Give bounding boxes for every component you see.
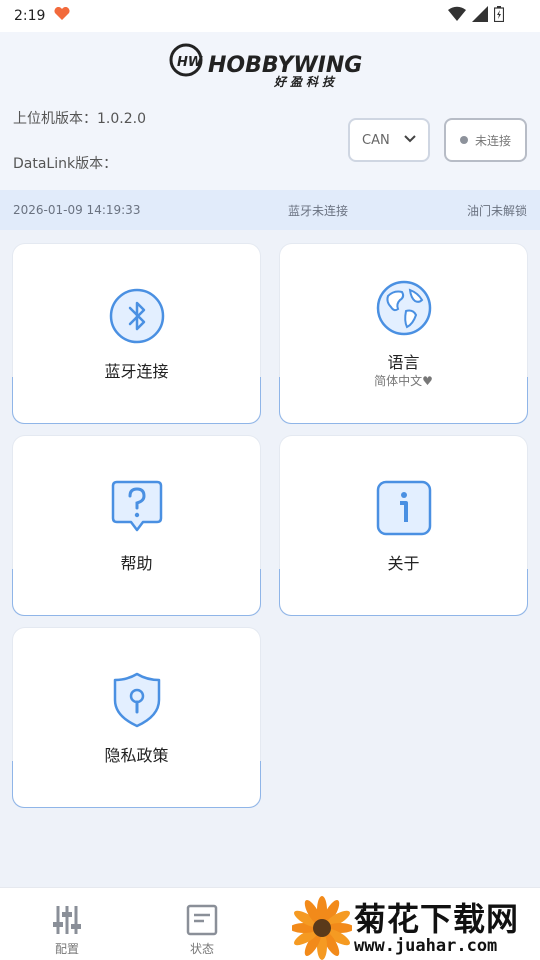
flower-logo-icon <box>292 896 352 960</box>
bluetooth-status: 蓝牙未连接 <box>288 203 349 218</box>
help-card[interactable]: 帮助 <box>12 436 261 616</box>
throttle-status: 油门未解锁 <box>466 203 527 218</box>
globe-icon <box>374 278 434 338</box>
privacy-card[interactable]: 隐私政策 <box>12 628 261 808</box>
question-bubble-icon <box>107 478 167 538</box>
document-icon <box>186 904 218 936</box>
privacy-card-label: 隐私政策 <box>104 746 169 765</box>
header: HW HOBBYWING 好盈科技 上位机版本：1.0.2.0 DataLink… <box>0 32 540 190</box>
sliders-icon <box>53 906 81 934</box>
bluetooth-icon <box>107 286 167 346</box>
heart-notification-icon <box>53 6 71 25</box>
watermark: 菊花下载网 www.juahar.com <box>292 892 540 960</box>
datalink-version: DataLink版本： <box>13 156 118 172</box>
hobbywing-logo: HW HOBBYWING 好盈科技 <box>168 42 378 89</box>
protocol-select-value: CAN <box>362 132 390 148</box>
svg-text:HW: HW <box>177 55 203 70</box>
wifi-icon <box>448 6 466 26</box>
protocol-select[interactable]: CAN <box>348 118 430 162</box>
clock: 2:19 <box>14 8 46 24</box>
connect-button-label: 未连接 <box>474 133 511 148</box>
bluetooth-card-label: 蓝牙连接 <box>104 362 169 381</box>
connect-button[interactable]: 未连接 <box>444 118 527 162</box>
host-version: 上位机版本：1.0.2.0 <box>13 111 146 127</box>
about-card-label: 关于 <box>387 554 420 573</box>
watermark-url: www.juahar.com <box>354 936 498 956</box>
nav-config[interactable]: 配置 <box>37 904 97 957</box>
shield-keyhole-icon <box>107 670 167 730</box>
about-card[interactable]: 关于 <box>279 436 528 616</box>
language-card[interactable]: 语言 简体中文♥ <box>279 244 528 424</box>
help-card-label: 帮助 <box>120 554 153 573</box>
connection-dot-icon <box>459 136 468 144</box>
battery-icon <box>493 6 505 26</box>
svg-text:好盈科技: 好盈科技 <box>273 75 338 88</box>
nav-status-label: 状态 <box>189 942 214 956</box>
info-bar: 2026-01-09 14:19:33 蓝牙未连接 油门未解锁 <box>0 190 540 230</box>
watermark-title: 菊花下载网 <box>354 900 520 938</box>
info-icon <box>374 478 434 538</box>
chevron-down-icon <box>404 133 416 149</box>
datetime: 2026-01-09 14:19:33 <box>13 203 141 217</box>
language-current-value: 简体中文♥ <box>374 374 433 388</box>
nav-config-label: 配置 <box>54 942 79 956</box>
language-card-label: 语言 <box>387 353 420 372</box>
bluetooth-card[interactable]: 蓝牙连接 <box>12 244 261 424</box>
status-bar: 2:19 <box>0 0 540 32</box>
nav-status[interactable]: 状态 <box>172 904 232 957</box>
signal-icon <box>472 6 488 26</box>
